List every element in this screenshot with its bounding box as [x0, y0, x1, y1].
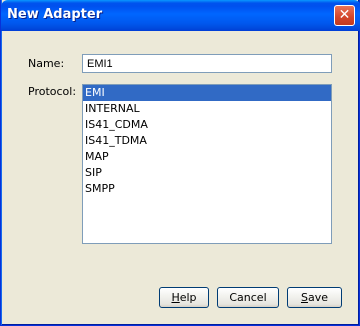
- protocol-option-emi[interactable]: EMI: [83, 85, 331, 101]
- cancel-label: Cancel: [229, 291, 267, 304]
- name-label: Name:: [28, 57, 65, 70]
- protocol-option-map[interactable]: MAP: [83, 149, 331, 165]
- dialog-title: New Adapter: [7, 7, 103, 22]
- help-button[interactable]: Help: [159, 287, 209, 308]
- new-adapter-dialog: New Adapter ✕ Name: Protocol: EMI INTERN…: [0, 0, 360, 326]
- protocol-option-sip[interactable]: SIP: [83, 165, 331, 181]
- save-label-rest: ave: [307, 291, 328, 304]
- protocol-label: Protocol:: [28, 85, 77, 98]
- save-mnemonic: S: [300, 291, 308, 304]
- protocol-list[interactable]: EMI INTERNAL IS41_CDMA IS41_TDMA MAP SIP…: [82, 84, 332, 244]
- name-input[interactable]: [82, 54, 332, 73]
- protocol-option-smpp[interactable]: SMPP: [83, 181, 331, 197]
- save-button[interactable]: Save: [287, 287, 342, 308]
- cancel-button[interactable]: Cancel: [217, 287, 279, 308]
- close-icon[interactable]: ✕: [334, 5, 355, 26]
- help-mnemonic: H: [171, 291, 180, 304]
- title-bar[interactable]: New Adapter ✕: [1, 0, 360, 31]
- protocol-option-is41-cdma[interactable]: IS41_CDMA: [83, 117, 331, 133]
- help-label-rest: elp: [179, 291, 197, 304]
- protocol-option-internal[interactable]: INTERNAL: [83, 101, 331, 117]
- protocol-option-is41-tdma[interactable]: IS41_TDMA: [83, 133, 331, 149]
